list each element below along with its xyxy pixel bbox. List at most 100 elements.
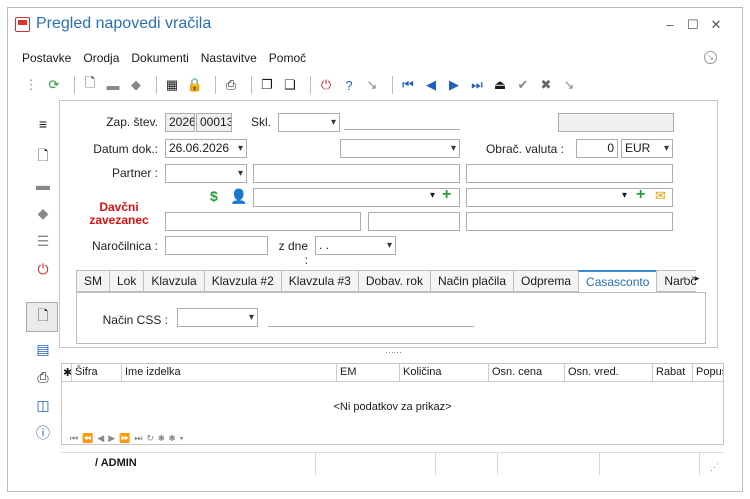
partner-name-field[interactable] [253, 164, 460, 183]
calculator-icon[interactable]: ▦ [163, 76, 181, 94]
grid-col-ime[interactable]: Ime izdelka [122, 364, 337, 381]
circle-arrow-2-icon[interactable]: ↘ [560, 76, 578, 94]
tab-nacin-placila[interactable]: Način plačila [429, 270, 513, 292]
address2-add-icon[interactable]: + [636, 186, 645, 204]
dne-field[interactable]: . . [315, 236, 396, 255]
address2-dropdown-icon[interactable]: ▾ [622, 190, 627, 201]
next-record-icon[interactable]: ▶ [445, 76, 463, 94]
person-icon[interactable]: 👤 [230, 188, 247, 205]
datum-field[interactable]: 26.06.2026 [165, 139, 247, 158]
mail-icon[interactable]: ✉ [655, 188, 666, 204]
grid-col-rabat[interactable]: Rabat [653, 364, 693, 381]
side-view-icon[interactable]: ◫ [32, 396, 54, 414]
minimize-icon[interactable]: – [661, 16, 679, 34]
grid-header: ✱ Šifra Ime izdelka EM Količina Osn. cen… [62, 364, 723, 382]
tab-dobav-rok[interactable]: Dobav. rok [357, 270, 430, 292]
status-cell-5 [600, 453, 700, 475]
zap-label: Zap. štev. [106, 115, 158, 129]
side-new-doc-icon[interactable]: 🗋 [32, 147, 54, 166]
lock-icon[interactable]: 🔒 [186, 76, 204, 94]
side-info-icon[interactable]: ⓘ [32, 424, 54, 442]
tab-naroc[interactable]: Naroč [656, 270, 697, 292]
valuta-rate-field[interactable]: 0 [576, 139, 618, 158]
grid-navigator[interactable]: ⏮⏪◀▶⏩⏭↻✱✱▾ [70, 433, 188, 444]
menu-orodja[interactable]: Orodja [83, 51, 119, 65]
grid-col-kolicina[interactable]: Količina [400, 364, 489, 381]
tax-field-1[interactable] [165, 212, 361, 231]
toolbar: ⋮ ⟳ 🗋 ▬ ◆ ▦ 🔒 ⎙ ❐ ❏ ⏻ ? ↘ ⏮ ◀ ▶ ⏭ ⏏ ✔ ✖ … [22, 75, 583, 94]
side-print-icon[interactable]: ⎙ [32, 368, 54, 386]
grid-empty-text: <Ni podatkov za prikaz> [333, 401, 452, 413]
power-icon[interactable]: ⏻ [317, 76, 335, 94]
status-field [558, 113, 674, 132]
tab-sm[interactable]: SM [76, 270, 109, 292]
expand-icon[interactable]: ↘ [704, 51, 717, 64]
grid-col-marker[interactable]: ✱ [62, 364, 72, 381]
tab-klavzula[interactable]: Klavzula [143, 270, 204, 292]
grid-col-em[interactable]: EM [337, 364, 400, 381]
zap-year-field: 2026 [165, 113, 195, 132]
eject-icon[interactable]: ⏏ [491, 76, 509, 94]
cancel-icon[interactable]: ✖ [537, 76, 555, 94]
address-dropdown-icon[interactable]: ▾ [430, 190, 435, 201]
tab-scroll-right-icon[interactable]: ▸ [695, 273, 700, 284]
menu-postavke[interactable]: Postavke [22, 51, 71, 65]
skl-select[interactable] [278, 113, 340, 132]
side-power-icon[interactable]: ⏻ [32, 260, 54, 278]
tax-field-2[interactable] [368, 212, 460, 231]
prev-record-icon[interactable]: ◀ [422, 76, 440, 94]
print-icon[interactable]: ⎙ [222, 76, 240, 94]
partner-extra-field[interactable] [466, 164, 673, 183]
grid-col-osn-cena[interactable]: Osn. cena [489, 364, 565, 381]
side-list-icon[interactable]: ☰ [32, 232, 54, 250]
narocilnica-field[interactable] [165, 236, 268, 255]
address-add-icon[interactable]: + [442, 186, 451, 204]
address-select[interactable] [253, 188, 460, 207]
refresh-icon[interactable]: ⟳ [45, 76, 63, 94]
tab-casasconto[interactable]: Casasconto [578, 270, 657, 292]
tab-klavzula-2[interactable]: Klavzula #2 [203, 270, 281, 292]
circle-arrow-icon[interactable]: ↘ [363, 76, 381, 94]
partner-select[interactable] [165, 164, 247, 183]
grid-col-popust[interactable]: Popus [693, 364, 723, 381]
tax-icon[interactable]: $ [210, 188, 218, 204]
side-folder-icon[interactable]: ▬ [32, 176, 54, 194]
side-eraser-icon[interactable]: ◆ [32, 204, 54, 222]
grid-col-osn-vred[interactable]: Osn. vred. [565, 364, 653, 381]
app-logo-icon [15, 17, 30, 32]
davcni-zavezanec-label: Davčni zavezanec [89, 200, 149, 227]
tab-odprema[interactable]: Odprema [513, 270, 579, 292]
zap-number-field: 00013 [196, 113, 232, 132]
tab-scroll-left-icon[interactable]: ◂ [681, 273, 686, 284]
css-name-field [268, 326, 474, 327]
narocilnica-label: Naročilnica : [91, 239, 158, 253]
skl-label: Skl. [250, 115, 271, 129]
new-doc-icon[interactable]: 🗋 [81, 75, 99, 94]
tab-klavzula-3[interactable]: Klavzula #3 [280, 270, 358, 292]
folder-icon[interactable]: ▬ [104, 76, 122, 94]
grid-col-sifra[interactable]: Šifra [72, 364, 122, 381]
hamburger-menu-icon[interactable]: ≡ [32, 115, 54, 133]
css-label: Način CSS : [102, 313, 168, 327]
valuta-code-select[interactable]: EUR [621, 139, 673, 158]
menu-pomoc[interactable]: Pomoč [269, 51, 306, 65]
last-record-icon[interactable]: ⏭ [468, 76, 486, 94]
help-icon[interactable]: ? [340, 76, 358, 94]
datum-label: Datum dok.: [93, 142, 158, 156]
tab-lok[interactable]: Lok [109, 270, 144, 292]
resize-grip-icon[interactable]: ⋰ [710, 462, 719, 473]
copy-icon[interactable]: ❐ [258, 76, 276, 94]
side-search-icon[interactable]: ▤ [32, 340, 54, 358]
maximize-icon[interactable]: ☐ [684, 16, 702, 34]
menu-nastavitve[interactable]: Nastavitve [201, 51, 257, 65]
confirm-icon[interactable]: ✔ [514, 76, 532, 94]
close-icon[interactable]: ✕ [707, 16, 725, 34]
tax-field-3[interactable] [466, 212, 673, 231]
eraser-icon[interactable]: ◆ [127, 76, 145, 94]
datum-extra-select[interactable] [340, 139, 460, 158]
first-record-icon[interactable]: ⏮ [399, 76, 417, 94]
splitter-handle[interactable]: ⋯⋯ [385, 347, 402, 358]
css-select[interactable] [177, 308, 258, 327]
paste-icon[interactable]: ❏ [281, 76, 299, 94]
menu-dokumenti[interactable]: Dokumenti [131, 51, 188, 65]
